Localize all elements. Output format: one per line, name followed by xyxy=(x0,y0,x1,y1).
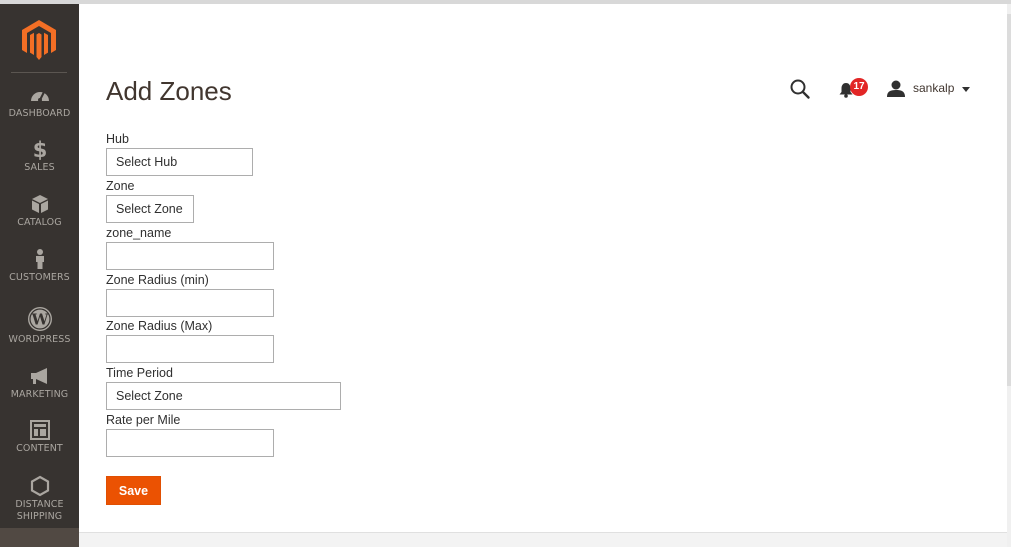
zone-select[interactable]: Select Zone xyxy=(106,195,194,223)
sidebar-item-distance-shipping[interactable]: DISTANCE SHIPPING xyxy=(0,475,79,523)
time-period-select[interactable]: Select Zone xyxy=(106,382,341,410)
svg-text:$: $ xyxy=(32,138,47,160)
save-button[interactable]: Save xyxy=(106,476,161,505)
wordpress-icon: W xyxy=(27,307,52,331)
username-label: sankalp xyxy=(913,81,955,95)
sidebar-item-sales[interactable]: $ SALES xyxy=(0,138,79,174)
zone-radius-max-label: Zone Radius (Max) xyxy=(106,319,213,333)
dollar-icon: $ xyxy=(32,138,47,160)
notifications-button[interactable]: 17 xyxy=(837,76,871,102)
sidebar-item-label: DASHBOARD xyxy=(8,108,71,119)
sidebar-item-label: CUSTOMERS xyxy=(9,272,70,283)
cube-icon xyxy=(31,195,48,213)
page-title: Add Zones xyxy=(106,76,232,106)
layout-icon xyxy=(29,420,50,440)
svg-text:W: W xyxy=(30,311,49,329)
rate-per-mile-label: Rate per Mile xyxy=(106,413,181,427)
logo-separator xyxy=(11,72,67,73)
page-footer-strip xyxy=(79,532,1007,547)
magento-logo-icon[interactable] xyxy=(22,20,56,60)
user-icon xyxy=(887,80,905,97)
person-icon xyxy=(35,249,44,269)
sidebar-item-marketing[interactable]: MARKETING xyxy=(0,365,79,401)
sidebar-item-wordpress[interactable]: W WORDPRESS xyxy=(0,306,79,346)
zone-radius-max-input[interactable] xyxy=(106,335,274,363)
time-period-label: Time Period xyxy=(106,366,173,380)
zone-radius-min-label: Zone Radius (min) xyxy=(106,273,209,287)
sidebar-item-label: MARKETING xyxy=(10,389,69,400)
zone-name-input[interactable] xyxy=(106,242,274,270)
caret-down-icon xyxy=(962,87,970,92)
sidebar-item-dashboard[interactable]: DASHBOARD xyxy=(0,84,79,120)
hub-label: Hub xyxy=(106,132,129,146)
sidebar-item-customers[interactable]: CUSTOMERS xyxy=(0,248,79,284)
notification-count-badge: 17 xyxy=(850,78,868,96)
sidebar-item-label: CATALOG xyxy=(17,217,62,228)
sidebar-item-catalog[interactable]: CATALOG xyxy=(0,193,79,229)
scrollbar-thumb[interactable] xyxy=(1007,14,1011,386)
sidebar-item-label: SALES xyxy=(24,162,55,173)
zone-label: Zone xyxy=(106,179,135,193)
sidebar-item-label: DISTANCE SHIPPING xyxy=(15,499,64,522)
sidebar-item-label: WORDPRESS xyxy=(8,334,71,345)
main-content: Add Zones 17 sankalp Hub Select Hub Zone… xyxy=(79,4,1007,532)
hexagon-icon xyxy=(30,475,49,497)
search-icon[interactable] xyxy=(789,78,811,100)
sidebar-item-partial[interactable] xyxy=(0,528,79,547)
zone-name-label: zone_name xyxy=(106,226,172,240)
admin-sidebar: DASHBOARD $ SALES CATALOG CUSTOMERS W WO… xyxy=(0,4,79,547)
zone-radius-min-input[interactable] xyxy=(106,289,274,317)
megaphone-icon xyxy=(30,368,47,384)
admin-page: DASHBOARD $ SALES CATALOG CUSTOMERS W WO… xyxy=(0,0,1011,547)
rate-per-mile-input[interactable] xyxy=(106,429,274,457)
sidebar-item-content[interactable]: CONTENT xyxy=(0,419,79,455)
dashboard-gauge-icon xyxy=(30,91,49,102)
hub-select[interactable]: Select Hub xyxy=(106,148,253,176)
sidebar-item-label: CONTENT xyxy=(16,443,63,454)
